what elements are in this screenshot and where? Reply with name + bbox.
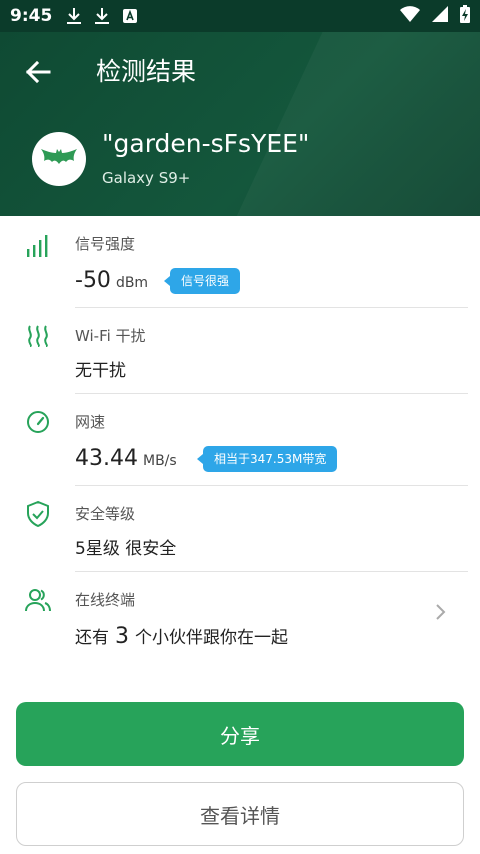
signal-strength-row: 信号强度 -50 dBm 信号很强: [0, 216, 480, 308]
download-icon: [94, 7, 110, 25]
devices-suffix: 个小伙伴跟你在一起: [135, 628, 288, 648]
page-title: 检测结果: [96, 57, 197, 86]
shield-check-icon: [24, 500, 52, 528]
status-time: 9:45: [10, 6, 53, 26]
devices-prefix: 还有: [75, 628, 109, 648]
back-button[interactable]: [20, 54, 56, 90]
cellular-icon: [432, 6, 448, 26]
devices-value: 还有 3 个小伙伴跟你在一起: [75, 624, 288, 651]
signal-badge: 信号很强: [163, 268, 241, 294]
devices-count: 3: [115, 624, 129, 649]
view-details-button[interactable]: 查看详情: [16, 782, 464, 846]
share-button[interactable]: 分享: [16, 702, 464, 766]
wave-icon: [24, 322, 52, 350]
signal-label: 信号强度: [75, 235, 136, 253]
signal-bars-icon: [24, 232, 52, 260]
arrow-left-icon: [25, 60, 51, 84]
speed-unit: MB/s: [142, 453, 177, 469]
battery-charging-icon: [460, 5, 470, 27]
signal-number: -50: [75, 268, 111, 293]
header-decoration: [224, 32, 480, 216]
online-devices-row[interactable]: 在线终端 还有 3 个小伙伴跟你在一起: [0, 572, 480, 668]
users-icon: [24, 586, 52, 614]
security-label: 安全等级: [75, 505, 136, 523]
devices-label: 在线终端: [75, 591, 136, 609]
signal-unit: dBm: [115, 275, 149, 291]
chevron-right-icon: [436, 604, 446, 620]
status-bar: 9:45: [0, 0, 480, 32]
network-name: "garden-sFsYEE": [102, 129, 310, 158]
security-row: 安全等级 5星级 很安全: [0, 486, 480, 572]
speed-number: 43.44: [75, 446, 138, 471]
speed-value: 43.44 MB/s: [75, 446, 177, 474]
device-name: Galaxy S9+: [102, 169, 191, 187]
security-value: 5星级 很安全: [75, 539, 177, 559]
download-icon: [66, 7, 82, 25]
bandwidth-badge: 相当于347.53M带宽: [196, 446, 338, 472]
wifi-icon: [400, 6, 420, 26]
signal-value: -50 dBm: [75, 268, 148, 296]
bat-logo-icon: [32, 132, 86, 186]
interference-row: Wi-Fi 干扰 无干扰: [0, 308, 480, 394]
speedometer-icon: [24, 408, 52, 436]
a-notification-icon: [122, 8, 138, 24]
interference-value: 无干扰: [75, 361, 126, 381]
result-header: 检测结果 "garden-sFsYEE" Galaxy S9+: [0, 32, 480, 216]
speed-label: 网速: [75, 413, 106, 431]
speed-row: 网速 43.44 MB/s 相当于347.53M带宽: [0, 394, 480, 486]
interference-label: Wi-Fi 干扰: [75, 327, 146, 345]
